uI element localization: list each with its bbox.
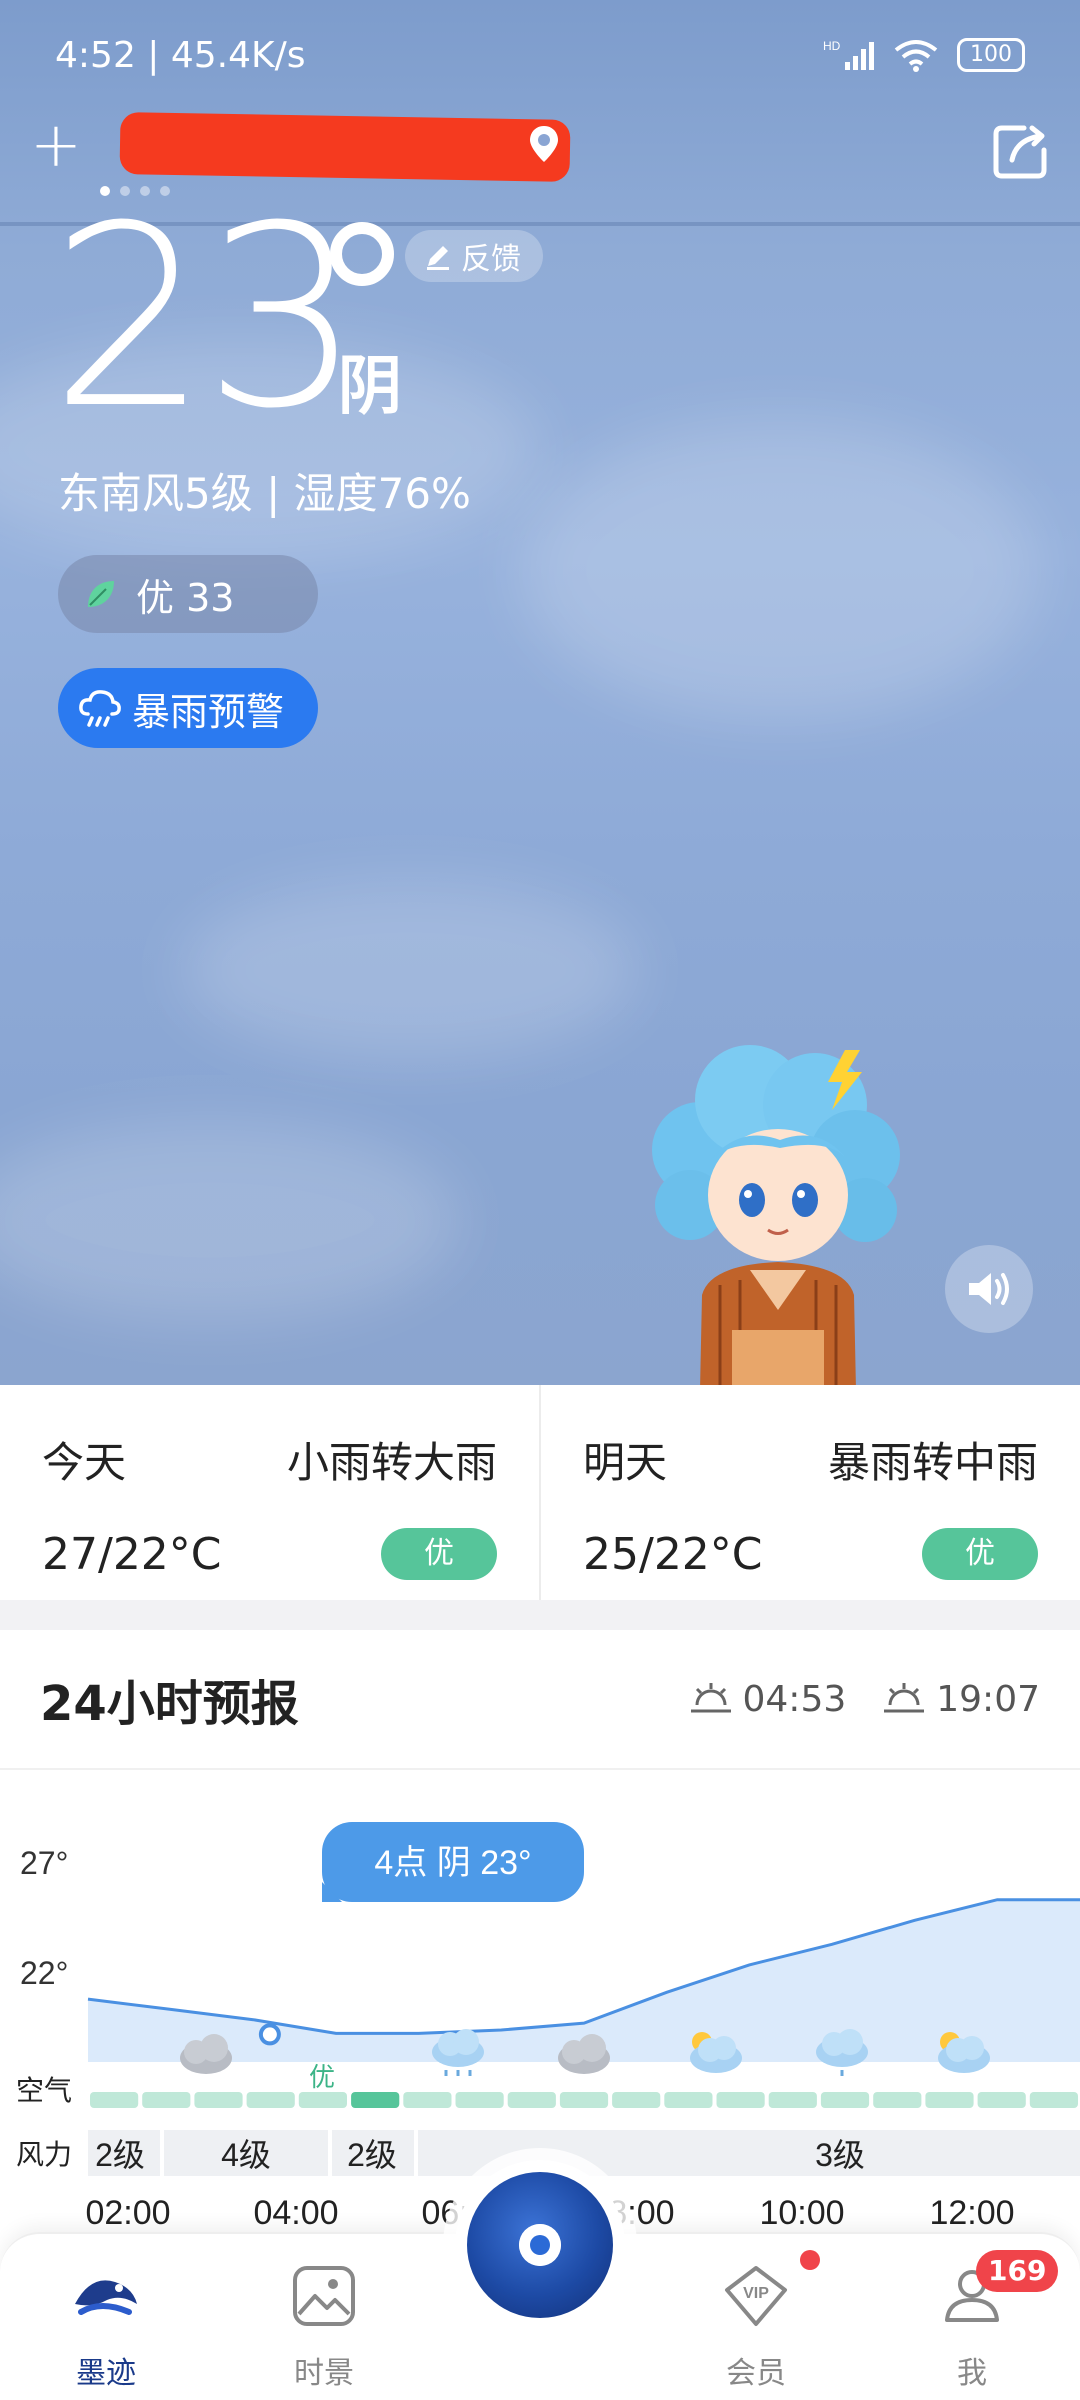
nav-moji[interactable]: 墨迹 — [36, 2264, 176, 2392]
air-quality-segment — [298, 2092, 347, 2108]
air-badge-label: 优 — [309, 2062, 335, 2092]
current-condition: 阴 — [338, 350, 402, 424]
air-row-label: 空气 — [16, 2075, 72, 2106]
wind-humidity: 东南风5级 | 湿度76% — [58, 469, 471, 518]
nav-label: 墨迹 — [76, 2356, 136, 2391]
air-quality-segment — [925, 2092, 974, 2108]
air-quality-segment — [768, 2092, 817, 2108]
sunset-time: 19:07 — [936, 1678, 1040, 1720]
air-quality-segment — [664, 2092, 713, 2108]
nav-label: 我 — [957, 2356, 987, 2391]
tooltip-text: 4点 阴 23° — [374, 1844, 531, 1882]
day-temps: 27/22°C — [42, 1528, 222, 1580]
air-quality-segment — [246, 2092, 295, 2108]
wind-level: 2级 — [95, 2137, 145, 2173]
wind-level: 2级 — [347, 2137, 397, 2173]
sunrise-icon — [690, 1683, 731, 1713]
rain-cloud-icon — [79, 690, 121, 727]
moji-logo-icon — [75, 2280, 137, 2315]
svg-text:VIP: VIP — [743, 2285, 769, 2302]
vip-icon: VIP — [725, 2266, 787, 2326]
tomorrow-card[interactable]: 明天 暴雨转中雨 25/22°C 优 — [539, 1385, 1080, 1600]
cloud-haze — [180, 880, 640, 1060]
sunset-info: 19:07 — [882, 1679, 1040, 1720]
nav-label: 会员 — [726, 2356, 786, 2391]
day-weather: 小雨转大雨 — [286, 1438, 497, 1487]
nav-scenery[interactable]: 时景 — [254, 2264, 394, 2392]
hour-label: 02:00 — [85, 2194, 170, 2232]
sunset-icon — [884, 1683, 925, 1713]
status-bar: 4:52 | 45.4K/s HD 100 — [55, 30, 1025, 80]
wind-level: 3级 — [815, 2137, 865, 2173]
aqi-label: 优 33 — [136, 575, 235, 620]
air-quality-segment — [142, 2092, 191, 2108]
orb-icon — [467, 2172, 613, 2318]
feedback-button[interactable]: 反馈 — [405, 230, 543, 282]
air-quality-segment — [716, 2092, 765, 2108]
selected-hour-marker[interactable] — [258, 2023, 281, 2046]
air-quality-segment — [194, 2092, 243, 2108]
air-quality-segment — [1029, 2092, 1078, 2108]
hour-label: 10:00 — [759, 2194, 844, 2232]
air-quality-segment — [403, 2092, 452, 2108]
rainstorm-alert-button[interactable]: 暴雨预警 — [58, 668, 318, 748]
center-orb-button[interactable] — [455, 2160, 625, 2330]
sunrise-info: 04:53 — [689, 1678, 847, 1720]
alert-label: 暴雨预警 — [132, 689, 285, 734]
nav-vip[interactable]: VIP 会员 — [686, 2264, 826, 2392]
notification-count-badge: 169 — [976, 2250, 1059, 2292]
cartoon-mascot[interactable] — [640, 1030, 910, 1385]
air-quality-segment — [559, 2092, 609, 2108]
hourly-forecast-section: 24小时预报 04:53 19:07 27° 22° 4点 阴 23° 空气 优… — [0, 1630, 1080, 2250]
wifi-icon — [894, 40, 938, 72]
feedback-label: 反馈 — [461, 242, 521, 277]
location-pin-icon — [530, 126, 558, 162]
day-name: 明天 — [583, 1438, 668, 1487]
wind-level: 4级 — [221, 2137, 271, 2173]
cloud-haze — [520, 420, 1040, 720]
leaf-icon — [88, 581, 114, 607]
notification-dot — [800, 2250, 820, 2270]
nav-label: 时景 — [294, 2356, 354, 2391]
y-axis-label: 22° — [20, 1955, 68, 1991]
air-quality-segment — [507, 2092, 556, 2108]
svg-text:HD: HD — [823, 39, 841, 53]
signal-icon: HD — [823, 39, 874, 70]
add-city-button[interactable]: + — [30, 110, 82, 180]
day-weather: 暴雨转中雨 — [827, 1438, 1038, 1487]
hour-tooltip: 4点 阴 23° — [322, 1822, 584, 1902]
air-quality-segment — [977, 2092, 1026, 2108]
cloud-haze — [0, 1120, 460, 1320]
section-title: 24小时预报 — [40, 1676, 299, 1732]
status-time: 4:52 | 45.4K/s — [55, 34, 306, 76]
hour-label: 12:00 — [929, 2194, 1014, 2232]
hour-label: 04:00 — [253, 2194, 338, 2232]
air-quality-segment — [820, 2092, 870, 2108]
today-card[interactable]: 今天 小雨转大雨 27/22°C 优 — [0, 1385, 539, 1600]
photo-icon — [293, 2266, 355, 2326]
pencil-icon — [427, 246, 449, 270]
daily-summary: 今天 小雨转大雨 27/22°C 优 明天 暴雨转中雨 25/22°C 优 — [0, 1385, 1080, 1600]
voice-broadcast-button[interactable] — [945, 1245, 1033, 1333]
aqi-pill[interactable]: 优 33 — [58, 555, 318, 633]
day-aqi-badge: 优 — [381, 1528, 497, 1580]
air-quality-segment — [351, 2092, 400, 2108]
current-temperature: 23 — [50, 172, 362, 463]
section-gap — [0, 1600, 1080, 1630]
air-quality-segment — [612, 2092, 661, 2108]
air-quality-segment — [90, 2092, 139, 2108]
air-quality-segment — [455, 2092, 504, 2108]
day-aqi-badge: 优 — [922, 1528, 1038, 1580]
sunrise-time: 04:53 — [742, 1678, 847, 1720]
day-name: 今天 — [42, 1438, 127, 1487]
weather-hero: 4:52 | 45.4K/s HD 100 + 23 阴 反馈 东南风5级 | … — [0, 0, 1080, 1385]
wind-row-label: 风力 — [16, 2139, 72, 2170]
day-temps: 25/22°C — [583, 1528, 763, 1580]
speaker-icon — [969, 1273, 1009, 1305]
battery-indicator: 100 — [957, 38, 1025, 72]
air-quality-segment — [873, 2092, 922, 2108]
share-icon[interactable] — [992, 122, 1050, 180]
y-axis-label: 27° — [20, 1845, 68, 1881]
degree-symbol — [330, 222, 394, 286]
